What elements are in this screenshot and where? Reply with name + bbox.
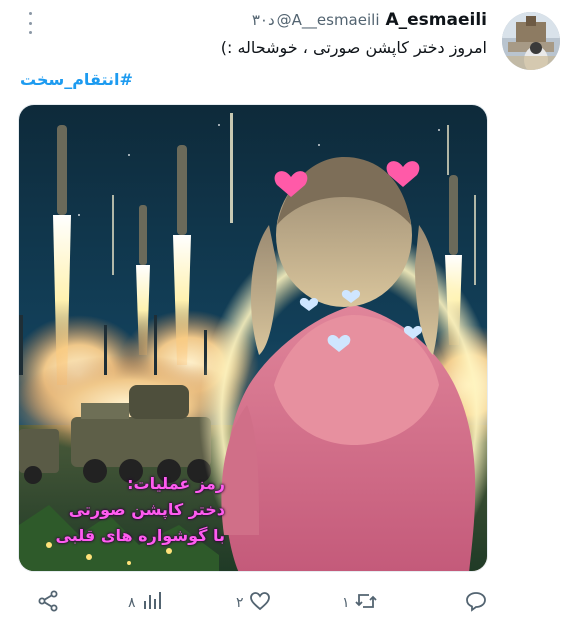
caption-line: با گوشواره های قلبی <box>55 526 225 545</box>
tweet-media-image[interactable]: رمز عملیات: دختر کاپشن صورتی با گوشواره … <box>18 104 488 572</box>
reply-button[interactable] <box>460 588 488 618</box>
views-icon <box>140 589 164 617</box>
author-handle[interactable]: @A__esmaeili <box>277 11 380 29</box>
image-caption: رمز عملیات: دختر کاپشن صورتی با گوشواره … <box>25 471 225 549</box>
retweet-button[interactable]: ۱ <box>342 588 378 618</box>
action-bar: ۸ ۲ ۱ <box>0 586 579 622</box>
likes-count: ۲ <box>236 595 244 611</box>
like-button[interactable]: ۲ <box>236 588 272 618</box>
views-count: ۸ <box>128 595 136 611</box>
share-button[interactable] <box>36 588 60 618</box>
retweets-count: ۱ <box>342 595 350 611</box>
tweet-card: ۳۰د @A__esmaeili A_esmaeili امروز دختر ک… <box>0 0 579 640</box>
tweet-text: امروز دختر کاپشن صورتی ، خوشحاله :) <box>220 38 487 57</box>
retweet-icon <box>354 589 378 617</box>
tweet-timestamp[interactable]: ۳۰د <box>252 11 275 29</box>
avatar[interactable] <box>502 12 560 70</box>
heart-icon <box>248 589 272 617</box>
tweet-header: ۳۰د @A__esmaeili A_esmaeili <box>252 10 487 30</box>
caption-line: دختر کاپشن صورتی <box>68 500 225 519</box>
author-display-name[interactable]: A_esmaeili <box>385 10 487 30</box>
hashtag-link[interactable]: #انتقام_سخت <box>20 70 133 89</box>
share-icon <box>36 589 60 617</box>
more-options-icon[interactable] <box>24 12 36 34</box>
caption-line: رمز عملیات: <box>127 474 225 493</box>
views-button[interactable]: ۸ <box>128 588 164 618</box>
reply-icon <box>464 589 488 617</box>
